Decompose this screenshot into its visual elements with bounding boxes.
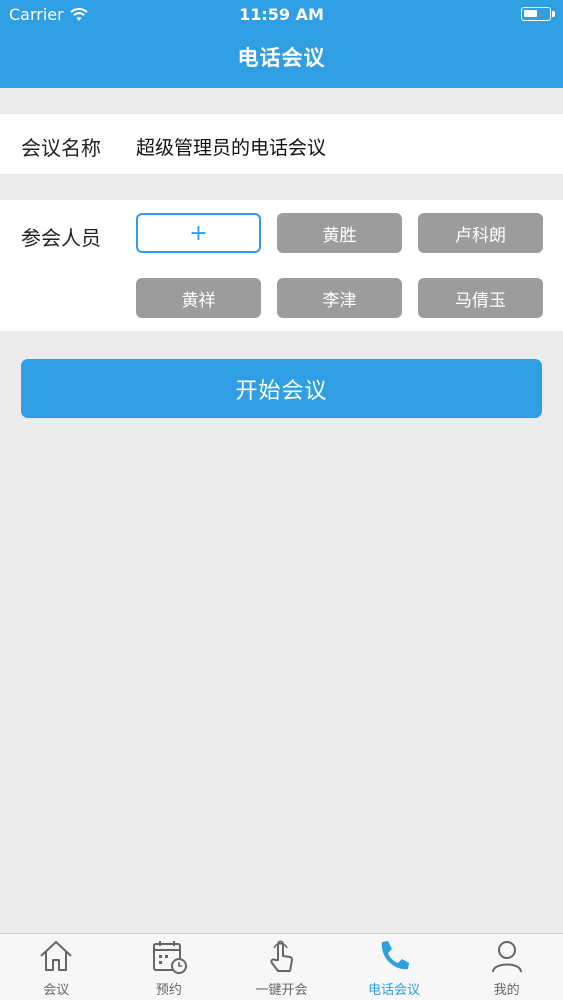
participants-label: 参会人员 xyxy=(21,226,101,250)
tab-label: 一键开会 xyxy=(255,983,308,998)
person-icon xyxy=(491,941,522,973)
participant-chip[interactable]: 黄胜 xyxy=(277,213,402,253)
status-time: 11:59 AM xyxy=(239,5,324,24)
participant-chip[interactable]: 李津 xyxy=(277,278,402,318)
tab-profile[interactable]: 我的 xyxy=(450,934,563,1000)
add-participant-button[interactable]: + xyxy=(136,213,261,253)
participants-row: 参会人员 + 黄胜 卢科朗 黄祥 李津 马倩玉 xyxy=(0,200,563,331)
tab-bar: 会议 预约 一键开会 电话会议 我的 xyxy=(0,933,563,1000)
tab-label: 会议 xyxy=(43,983,70,998)
home-icon xyxy=(40,941,72,971)
participant-chip[interactable]: 卢科朗 xyxy=(418,213,543,253)
participant-chip[interactable]: 马倩玉 xyxy=(418,278,543,318)
meeting-name-label: 会议名称 xyxy=(21,136,101,160)
participant-chip[interactable]: 黄祥 xyxy=(136,278,261,318)
tap-hand-icon xyxy=(270,940,294,972)
tab-booking[interactable]: 预约 xyxy=(113,934,226,1000)
tab-label: 预约 xyxy=(155,983,182,998)
tab-label: 我的 xyxy=(493,983,520,998)
page-title: 电话会议 xyxy=(237,46,326,70)
meeting-name-row: 会议名称 超级管理员的电话会议 xyxy=(0,114,563,174)
phone-icon xyxy=(381,941,410,970)
battery-icon xyxy=(521,7,555,21)
tab-quick-meeting[interactable]: 一键开会 xyxy=(225,934,338,1000)
start-meeting-button[interactable]: 开始会议 xyxy=(21,359,542,418)
tab-phone-meeting[interactable]: 电话会议 xyxy=(338,934,451,1000)
tab-meetings[interactable]: 会议 xyxy=(0,934,113,1000)
tab-label: 电话会议 xyxy=(368,983,421,998)
nav-header: Carrier 11:59 AM 电话会议 xyxy=(0,0,563,88)
meeting-name-value[interactable]: 超级管理员的电话会议 xyxy=(136,133,326,160)
calendar-clock-icon xyxy=(152,941,187,974)
status-bar: Carrier 11:59 AM xyxy=(0,0,563,30)
